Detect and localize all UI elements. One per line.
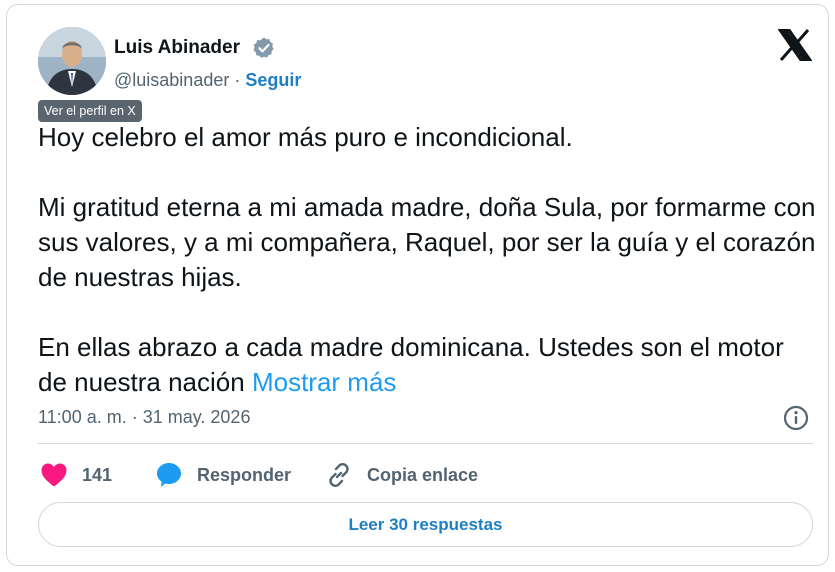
tweet-paragraph-1: Hoy celebro el amor más puro e incondici… [38, 122, 573, 152]
divider [38, 443, 813, 444]
link-icon [329, 463, 349, 487]
reply-label: Responder [197, 464, 292, 485]
follow-button[interactable]: Seguir [245, 70, 301, 90]
tweet-paragraph-2: Mi gratitud eterna a mi amada madre, doñ… [38, 192, 816, 292]
x-logo-icon[interactable] [778, 29, 812, 61]
speech-bubble-icon [157, 463, 181, 487]
reply-button[interactable]: Responder [155, 461, 291, 489]
like-button[interactable]: 141 [40, 461, 112, 489]
tweet-timestamp[interactable]: 11:00 a. m. · 31 may. 2026 [38, 405, 250, 429]
author-name[interactable]: Luis Abinader [114, 36, 240, 60]
tweet-paragraph-3-text: En ellas abrazo a cada madre dominicana.… [38, 332, 784, 397]
tweet-card: Luis Abinader @luisabinader · Seguir Ver… [6, 4, 829, 566]
copy-link-button[interactable]: Copia enlace [325, 461, 478, 489]
like-count: 141 [82, 464, 113, 485]
author-handle[interactable]: @luisabinader [114, 70, 229, 90]
copy-link-label: Copia enlace [367, 464, 479, 485]
handle-row: @luisabinader · Seguir [114, 68, 301, 92]
tweet-paragraph-3: En ellas abrazo a cada madre dominicana.… [38, 330, 818, 400]
separator: · [234, 70, 241, 90]
profile-tooltip: Ver el perfil en X [38, 100, 142, 122]
verified-badge-icon [253, 37, 274, 58]
read-replies-button[interactable]: Leer 30 respuestas [38, 502, 813, 547]
info-icon[interactable] [782, 404, 810, 432]
show-more-link[interactable]: Mostrar más [252, 367, 396, 397]
tweet-text: Hoy celebro el amor más puro e incondici… [38, 120, 818, 400]
heart-icon [41, 463, 67, 487]
avatar[interactable] [38, 27, 106, 95]
